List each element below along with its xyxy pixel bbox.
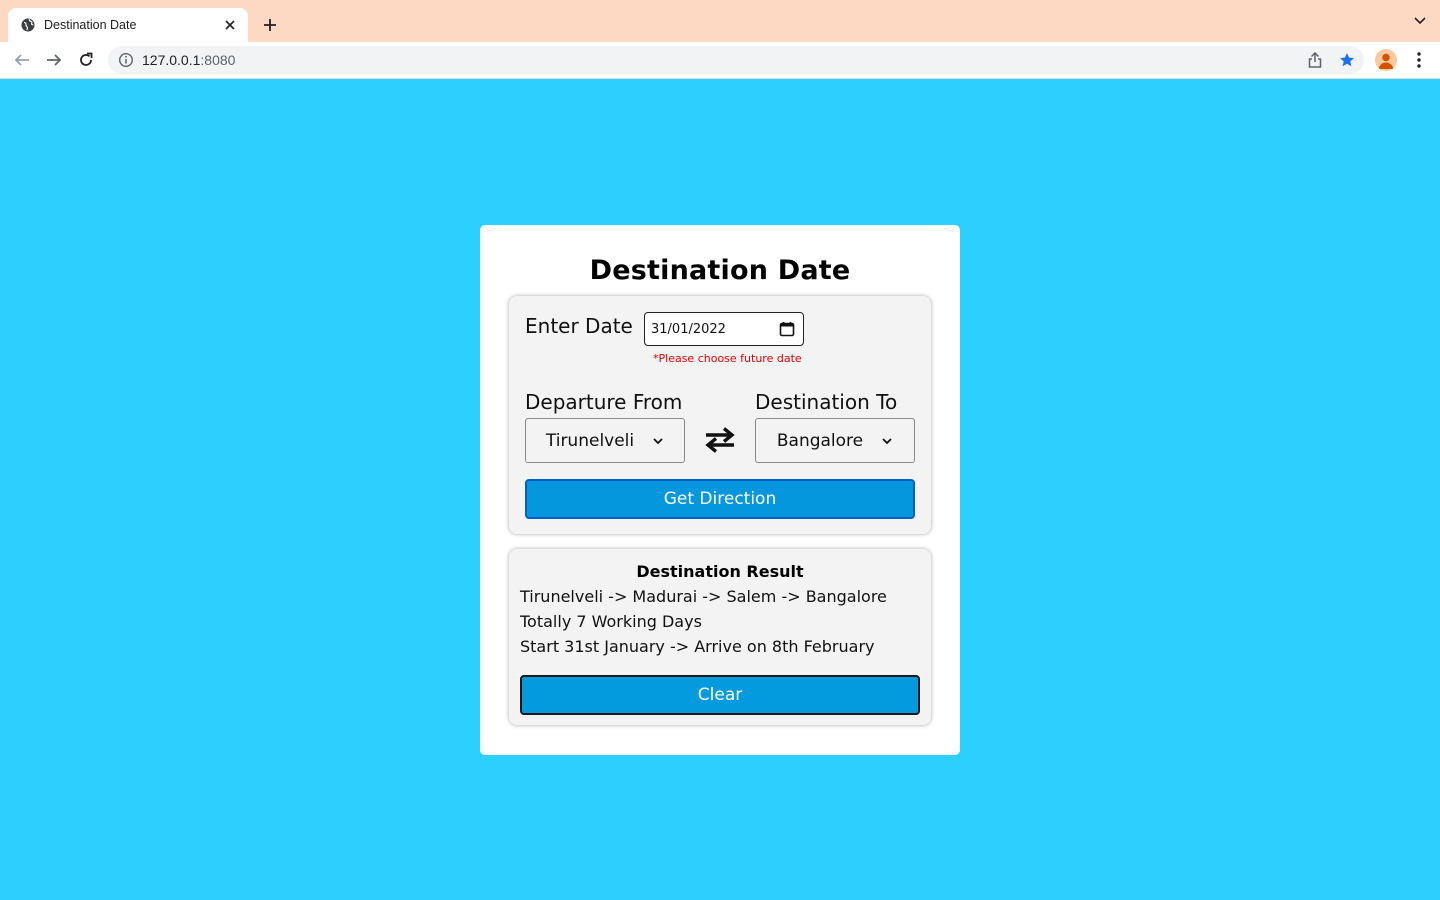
destination-label: Destination To — [755, 390, 898, 414]
tab-title: Destination Date — [44, 18, 137, 32]
get-direction-button[interactable]: Get Direction — [525, 479, 915, 519]
clear-button[interactable]: Clear — [520, 675, 920, 715]
date-label: Enter Date — [525, 314, 633, 338]
swap-arrows-icon[interactable] — [703, 423, 737, 457]
star-icon[interactable] — [1338, 51, 1356, 69]
result-route: Tirunelveli -> Madurai -> Salem -> Banga… — [520, 587, 887, 606]
back-arrow-icon[interactable] — [11, 49, 33, 71]
chevron-down-icon[interactable] — [1412, 13, 1428, 29]
calendar-icon[interactable] — [779, 321, 795, 337]
result-schedule: Start 31st January -> Arrive on 8th Febr… — [520, 637, 875, 656]
globe-icon — [20, 17, 36, 33]
chevron-down-icon — [652, 435, 664, 447]
departure-label: Departure From — [525, 390, 683, 414]
page-title: Destination Date — [589, 255, 851, 286]
reload-icon[interactable] — [75, 49, 97, 71]
result-panel: Destination Result Tirunelveli -> Madura… — [509, 549, 931, 725]
tab-strip: Destination Date — [0, 0, 1440, 42]
browser-tab[interactable]: Destination Date — [8, 8, 248, 42]
destination-card: Destination Date Enter Date 31/01/2022 *… — [480, 225, 960, 755]
departure-value: Tirunelveli — [545, 430, 635, 451]
date-input[interactable]: 31/01/2022 — [644, 312, 804, 346]
destination-value: Bangalore — [776, 430, 864, 451]
plus-icon[interactable] — [258, 13, 282, 37]
chevron-down-icon — [881, 435, 893, 447]
destination-select[interactable]: Bangalore — [755, 418, 915, 463]
address-bar[interactable]: 127.0.0.1:8080 — [108, 46, 1364, 74]
toolbar-divider — [0, 78, 1440, 79]
result-duration: Totally 7 Working Days — [520, 612, 702, 631]
url-text: 127.0.0.1:8080 — [142, 52, 235, 68]
profile-icon[interactable] — [1375, 49, 1397, 71]
share-icon[interactable] — [1306, 51, 1324, 69]
more-vert-icon[interactable] — [1410, 49, 1428, 71]
departure-select[interactable]: Tirunelveli — [525, 418, 685, 463]
url-host: 127.0.0.1 — [142, 52, 201, 68]
url-port: :8080 — [200, 52, 236, 68]
route-form: Enter Date 31/01/2022 *Please choose fut… — [509, 296, 931, 534]
result-title: Destination Result — [636, 562, 804, 581]
info-icon[interactable] — [118, 52, 134, 68]
browser-toolbar: 127.0.0.1:8080 — [0, 42, 1440, 78]
forward-arrow-icon[interactable] — [43, 49, 65, 71]
date-hint: *Please choose future date — [653, 352, 802, 365]
date-value: 31/01/2022 — [651, 321, 726, 337]
close-icon[interactable] — [222, 17, 238, 33]
